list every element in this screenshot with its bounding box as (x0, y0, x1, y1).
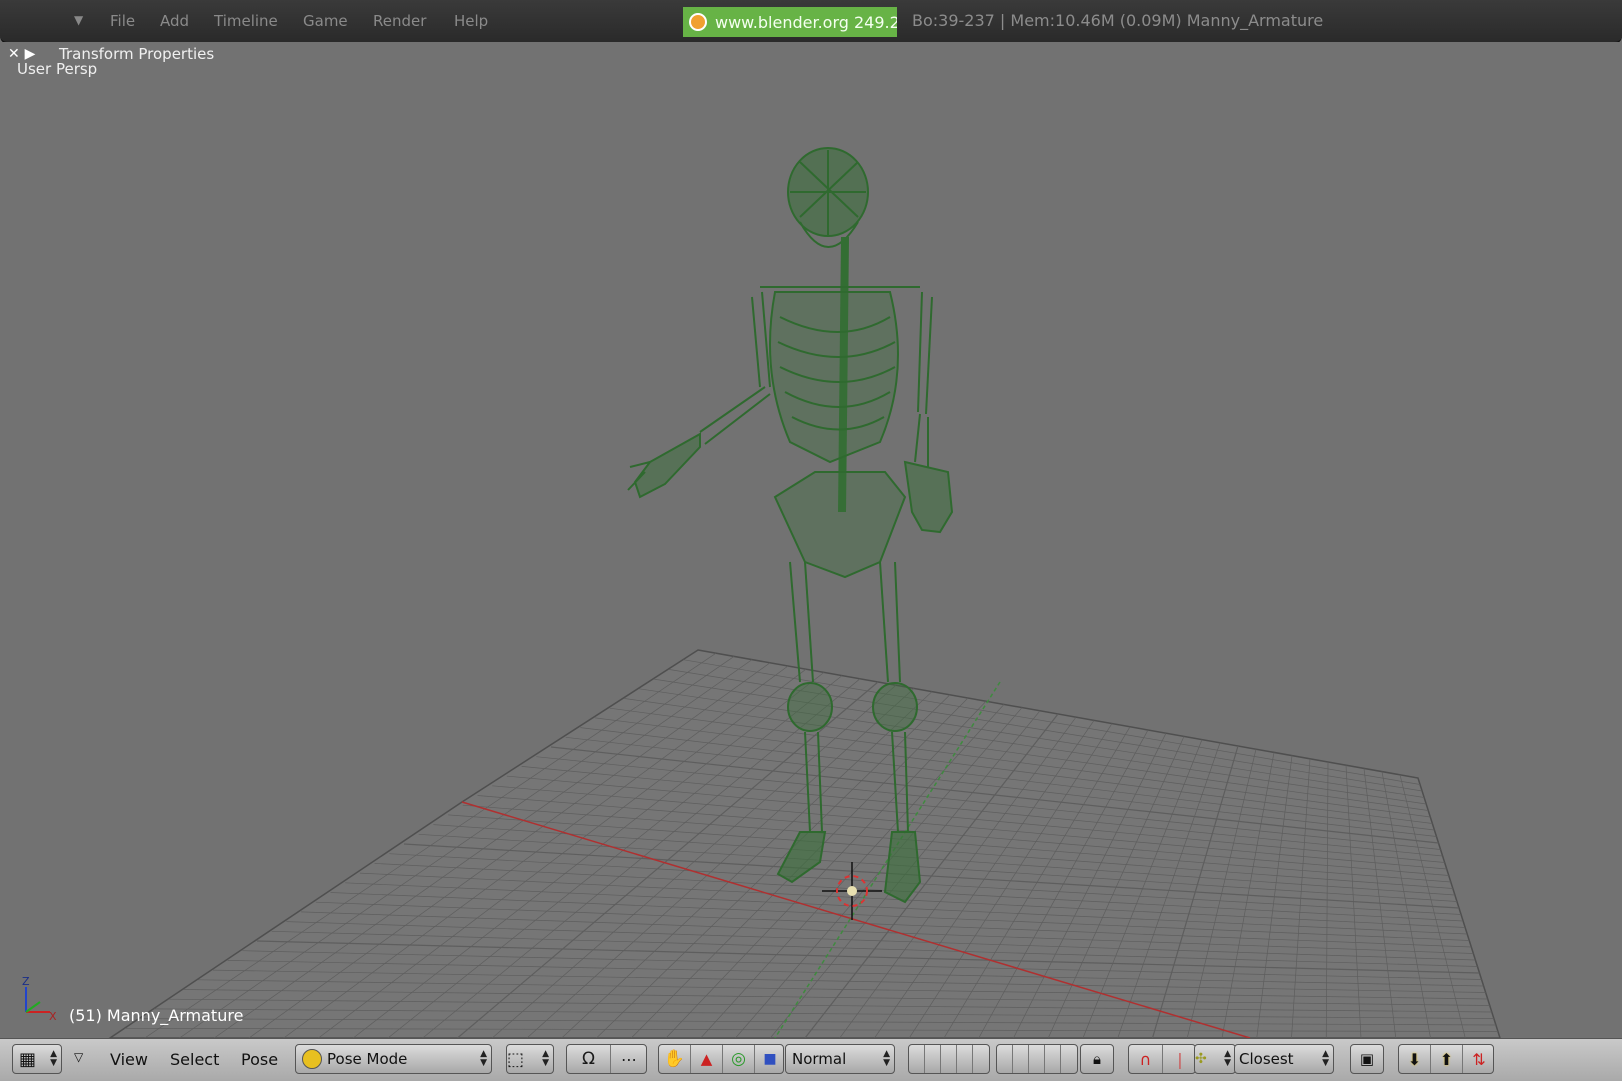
layer-5[interactable] (973, 1045, 989, 1073)
menu-view[interactable]: View (110, 1050, 148, 1069)
active-object-label: (51) Manny_Armature (69, 1006, 244, 1025)
arrow-up-icon: ⬆ (1439, 1049, 1454, 1069)
layer-10[interactable] (1061, 1045, 1077, 1073)
layer-4[interactable] (957, 1045, 973, 1073)
draw-type-button[interactable]: ⬚ ▲ ▼ (506, 1044, 554, 1074)
pivot-button[interactable]: Ω (567, 1045, 611, 1073)
arrow-down-icon: ⬇ (1407, 1049, 1422, 1069)
proportional-toggle[interactable]: | (1163, 1045, 1197, 1073)
manipulator-group: ✋ ▲ ◎ ■ (658, 1044, 784, 1074)
orientation-label: Normal (792, 1050, 847, 1068)
hand-icon: ✋ (663, 1049, 686, 1069)
pose-mode-icon (302, 1049, 322, 1069)
lock-icon: 🔒︎ (1093, 1050, 1101, 1068)
updown-icon: ▲ ▼ (542, 1049, 549, 1068)
menu-add[interactable]: Add (160, 12, 189, 30)
mode-label: Pose Mode (327, 1050, 408, 1068)
gizmo-x-label: X (49, 1010, 57, 1023)
scene-canvas[interactable]: Z X (0, 42, 1622, 1038)
falloff-icon: | (1177, 1049, 1183, 1069)
top-info-bar: ▼ File Add Timeline Game Render Help www… (0, 0, 1622, 44)
updown-icon: ▲ ▼ (1224, 1049, 1231, 1068)
updown-icon: ▲ ▼ (480, 1049, 487, 1068)
circle-icon: ◎ (731, 1049, 746, 1069)
snap-target-selector[interactable]: Closest ▲ ▼ (1234, 1044, 1334, 1074)
scale-toggle[interactable]: ■ (755, 1045, 785, 1073)
header-collapse-icon[interactable]: ▽ (74, 1050, 83, 1064)
axis-gizmo: Z X (22, 975, 57, 1023)
updown-icon: ▲ ▼ (1322, 1049, 1329, 1068)
snap-element-button[interactable]: ✣ ▲ ▼ (1194, 1044, 1236, 1074)
cube-icon: ⬚ (507, 1048, 525, 1070)
magnet-icon: ∩ (1139, 1049, 1152, 1069)
view-label: User Persp (17, 60, 98, 78)
dotted-box-icon: ⋯ (621, 1049, 637, 1069)
menu-render[interactable]: Render (373, 12, 426, 30)
menu-timeline[interactable]: Timeline (214, 12, 278, 30)
blender-logo-icon (689, 13, 707, 31)
pivot-align-button[interactable]: ⋯ (611, 1045, 647, 1073)
updown-icon: ▲ ▼ (50, 1049, 57, 1068)
manipulator-toggle[interactable]: ✋ (659, 1045, 691, 1073)
layer-3[interactable] (941, 1045, 957, 1073)
render-preview-button[interactable]: ▣ (1350, 1044, 1384, 1074)
pivot-icon: Ω (582, 1049, 595, 1069)
rotate-toggle[interactable]: ◎ (723, 1045, 755, 1073)
3d-viewport[interactable]: Z X (0, 42, 1622, 1038)
blender-version-badge[interactable]: www.blender.org 249.2 (683, 7, 897, 37)
proportional-group: ∩ | (1128, 1044, 1196, 1074)
triangle-icon: ▲ (700, 1050, 713, 1068)
grid-icon: ▦ (19, 1048, 37, 1070)
menu-pose[interactable]: Pose (241, 1050, 278, 1069)
layer-2[interactable] (925, 1045, 941, 1073)
layer-8[interactable] (1029, 1045, 1045, 1073)
layer-1[interactable] (909, 1045, 925, 1073)
paste-pose-button[interactable]: ⬆ (1431, 1045, 1463, 1073)
menu-game[interactable]: Game (303, 12, 348, 30)
lock-layers-button[interactable]: 🔒︎ (1080, 1044, 1114, 1074)
scene-stats: Bo:39-237 | Mem:10.46M (0.09M) Manny_Arm… (912, 11, 1324, 30)
pose-copy-group: ⬇ ⬆ ⇅ (1398, 1044, 1494, 1074)
menu-select[interactable]: Select (170, 1050, 219, 1069)
snap-target-icon: ✣ (1195, 1051, 1207, 1067)
snap-toggle[interactable]: ∩ (1129, 1045, 1163, 1073)
snap-target-label: Closest (1239, 1050, 1294, 1068)
menu-help[interactable]: Help (454, 12, 488, 30)
translate-toggle[interactable]: ▲ (691, 1045, 723, 1073)
layer-9[interactable] (1045, 1045, 1061, 1073)
orientation-selector[interactable]: Normal ▲ ▼ (785, 1044, 895, 1074)
square-icon: ■ (763, 1051, 777, 1067)
copy-pose-button[interactable]: ⬇ (1399, 1045, 1431, 1073)
menu-collapse-icon[interactable]: ▼ (74, 13, 83, 27)
viewport-header: ▦ ▲ ▼ ▽ View Select Pose Pose Mode ▲ ▼ ⬚ ▲… (0, 1038, 1622, 1081)
editor-type-button[interactable]: ▦ ▲ ▼ (12, 1044, 62, 1074)
mode-selector[interactable]: Pose Mode ▲ ▼ (295, 1044, 492, 1074)
menu-file[interactable]: File (110, 12, 135, 30)
updown-icon: ▲ ▼ (883, 1049, 890, 1068)
layer-6[interactable] (997, 1045, 1013, 1073)
layer-7[interactable] (1013, 1045, 1029, 1073)
image-icon: ▣ (1359, 1050, 1375, 1068)
layer-buttons-2[interactable] (996, 1044, 1078, 1074)
brand-text: www.blender.org 249.2 (715, 12, 897, 32)
gizmo-z-label: Z (22, 975, 30, 988)
pivot-group: Ω ⋯ (566, 1044, 647, 1074)
flip-arrow-icon: ⇅ (1472, 1049, 1486, 1069)
paste-flipped-pose-button[interactable]: ⇅ (1463, 1045, 1495, 1073)
layer-buttons-1[interactable] (908, 1044, 990, 1074)
